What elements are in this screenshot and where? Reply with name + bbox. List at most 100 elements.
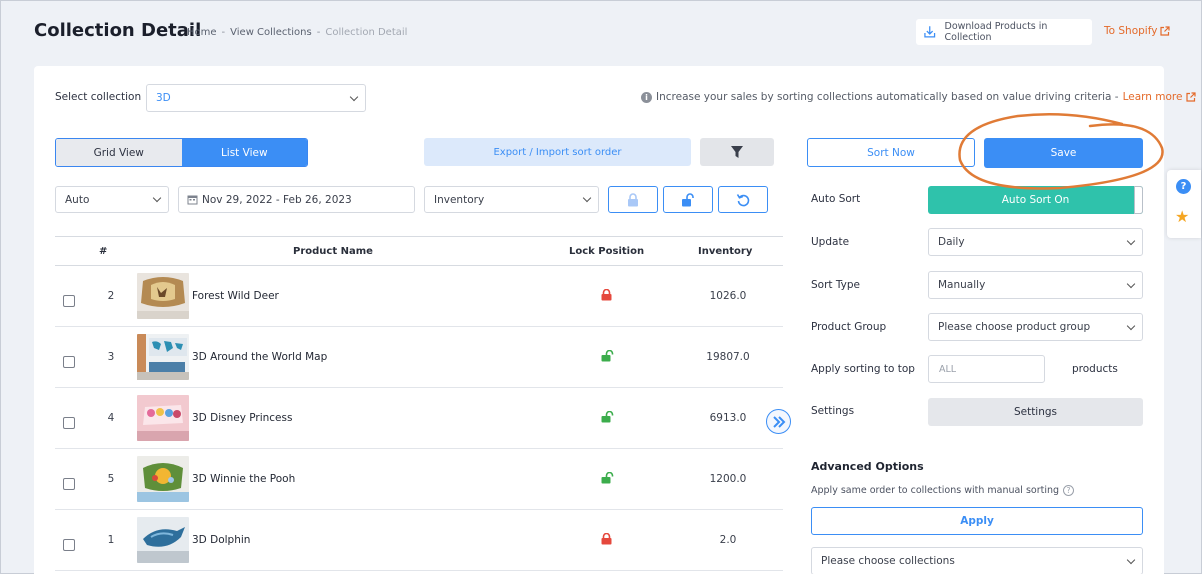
chevron-down-icon	[1126, 321, 1136, 330]
metric-select-value: Inventory	[434, 193, 485, 206]
table-row[interactable]: 4 3D Disney Princess 6913.0	[55, 388, 783, 449]
to-shopify-link[interactable]: To Shopify	[1104, 25, 1171, 37]
question-icon[interactable]: ?	[1063, 485, 1075, 496]
collection-select-value: 3D	[156, 92, 171, 104]
auto-sort-toggle[interactable]: Auto Sort On	[928, 186, 1143, 214]
mode-select-value: Auto	[65, 193, 90, 206]
reset-button[interactable]	[718, 186, 768, 213]
save-button[interactable]: Save	[984, 138, 1143, 168]
export-import-button[interactable]: Export / Import sort order	[424, 138, 691, 166]
star-icon[interactable]: ★	[1175, 207, 1189, 226]
view-toggle: Grid View List View	[55, 138, 308, 167]
product-group-label: Product Group	[811, 321, 887, 333]
to-shopify-label: To Shopify	[1104, 25, 1158, 37]
advanced-options-subtitle: Apply same order to collections with man…	[811, 485, 1075, 496]
breadcrumb-separator: -	[221, 27, 226, 38]
product-name[interactable]: 3D Around the World Map	[192, 351, 327, 363]
row-checkbox[interactable]	[63, 539, 75, 551]
column-header-number: #	[99, 246, 108, 257]
help-icon[interactable]: ?	[1176, 179, 1191, 194]
chevron-down-icon	[1126, 555, 1136, 564]
lock-icon	[628, 192, 638, 206]
product-name[interactable]: Forest Wild Deer	[192, 290, 279, 302]
apply-button[interactable]: Apply	[811, 507, 1143, 535]
select-collection-label: Select collection	[55, 91, 142, 103]
product-name[interactable]: 3D Disney Princess	[192, 412, 292, 424]
breadcrumb-view-collections[interactable]: View Collections	[230, 27, 312, 38]
products-label: products	[1072, 363, 1118, 375]
download-products-label: Download Products in Collection	[944, 21, 1048, 43]
breadcrumb: Home - View Collections - Collection Det…	[187, 27, 407, 38]
apply-top-input[interactable]: ALL	[928, 355, 1045, 383]
breadcrumb-current: Collection Detail	[325, 27, 408, 38]
column-header-product-name[interactable]: Product Name	[293, 246, 373, 257]
product-name[interactable]: 3D Dolphin	[192, 534, 250, 546]
inventory-value: 6913.0	[709, 412, 747, 424]
product-group-select-value: Please choose product group	[938, 321, 1091, 333]
row-checkbox[interactable]	[63, 417, 75, 429]
inventory-value: 19807.0	[706, 351, 750, 363]
unlock-icon	[601, 349, 614, 362]
side-widget: ? ★	[1167, 170, 1201, 238]
lock-icon	[601, 532, 612, 545]
sort-now-button[interactable]: Sort Now	[807, 138, 975, 167]
toggle-knob	[1134, 186, 1143, 214]
column-header-inventory[interactable]: Inventory	[698, 246, 752, 257]
chevron-down-icon	[152, 193, 162, 203]
unlock-all-button[interactable]	[663, 186, 713, 213]
lock-icon	[601, 288, 612, 301]
table-row[interactable]: 5 3D Winnie the Pooh 1200.0	[55, 449, 783, 510]
table-row[interactable]: 2 Forest Wild Deer 1026.0	[55, 266, 783, 327]
sort-tip-text: Increase your sales by sorting collectio…	[656, 91, 1119, 103]
table-row[interactable]: 3 3D Around the World Map 19807.0	[55, 327, 783, 388]
unlock-icon	[601, 410, 614, 423]
row-number: 4	[107, 412, 115, 424]
product-thumbnail	[137, 334, 189, 380]
grid-view-button[interactable]: Grid View	[56, 139, 182, 166]
info-icon: i	[641, 91, 652, 103]
breadcrumb-home[interactable]: Home	[187, 27, 217, 38]
lock-all-button[interactable]	[608, 186, 658, 213]
inventory-value: 1200.0	[709, 473, 747, 485]
lock-toggle[interactable]	[601, 288, 612, 304]
column-header-lock-position[interactable]: Lock Position	[569, 246, 644, 257]
row-checkbox[interactable]	[63, 295, 75, 307]
collection-select[interactable]: 3D	[146, 84, 366, 112]
row-checkbox[interactable]	[63, 478, 75, 490]
product-thumbnail	[137, 517, 189, 563]
sort-tip: i Increase your sales by sorting collect…	[641, 91, 1197, 103]
settings-button[interactable]: Settings	[928, 398, 1143, 426]
sort-type-select[interactable]: Manually	[928, 271, 1143, 299]
product-name[interactable]: 3D Winnie the Pooh	[192, 473, 295, 485]
unlock-icon	[682, 192, 694, 206]
lock-toggle[interactable]	[601, 532, 612, 548]
settings-label: Settings	[811, 405, 855, 417]
date-range-value: Nov 29, 2022 - Feb 26, 2023	[202, 193, 352, 206]
mode-select[interactable]: Auto	[55, 186, 169, 213]
chevron-down-icon	[582, 193, 592, 203]
expand-panel-button[interactable]	[766, 409, 791, 434]
undo-icon	[736, 193, 750, 206]
lock-toggle[interactable]	[601, 471, 614, 487]
download-products-button[interactable]: Download Products in Collection	[916, 19, 1092, 45]
list-view-button[interactable]: List View	[181, 139, 307, 166]
choose-collections-select[interactable]: Please choose collections	[811, 547, 1143, 574]
lock-toggle[interactable]	[601, 410, 614, 426]
update-select[interactable]: Daily	[928, 228, 1143, 256]
product-thumbnail	[137, 456, 189, 502]
lock-toggle[interactable]	[601, 349, 614, 365]
auto-sort-label: Auto Sort	[811, 193, 861, 205]
date-range-picker[interactable]: Nov 29, 2022 - Feb 26, 2023	[178, 186, 415, 213]
sort-type-select-value: Manually	[938, 279, 986, 291]
metric-select[interactable]: Inventory	[424, 186, 599, 213]
inventory-value: 2.0	[719, 534, 737, 546]
choose-collections-value: Please choose collections	[821, 555, 955, 567]
auto-sort-value: Auto Sort On	[1001, 194, 1070, 206]
filter-icon	[731, 146, 743, 158]
filter-button[interactable]	[700, 138, 774, 166]
apply-top-label: Apply sorting to top	[811, 363, 915, 375]
table-row[interactable]: 1 3D Dolphin 2.0	[55, 510, 783, 571]
product-group-select[interactable]: Please choose product group	[928, 313, 1143, 341]
learn-more-link[interactable]: Learn more	[1123, 91, 1183, 103]
row-checkbox[interactable]	[63, 356, 75, 368]
